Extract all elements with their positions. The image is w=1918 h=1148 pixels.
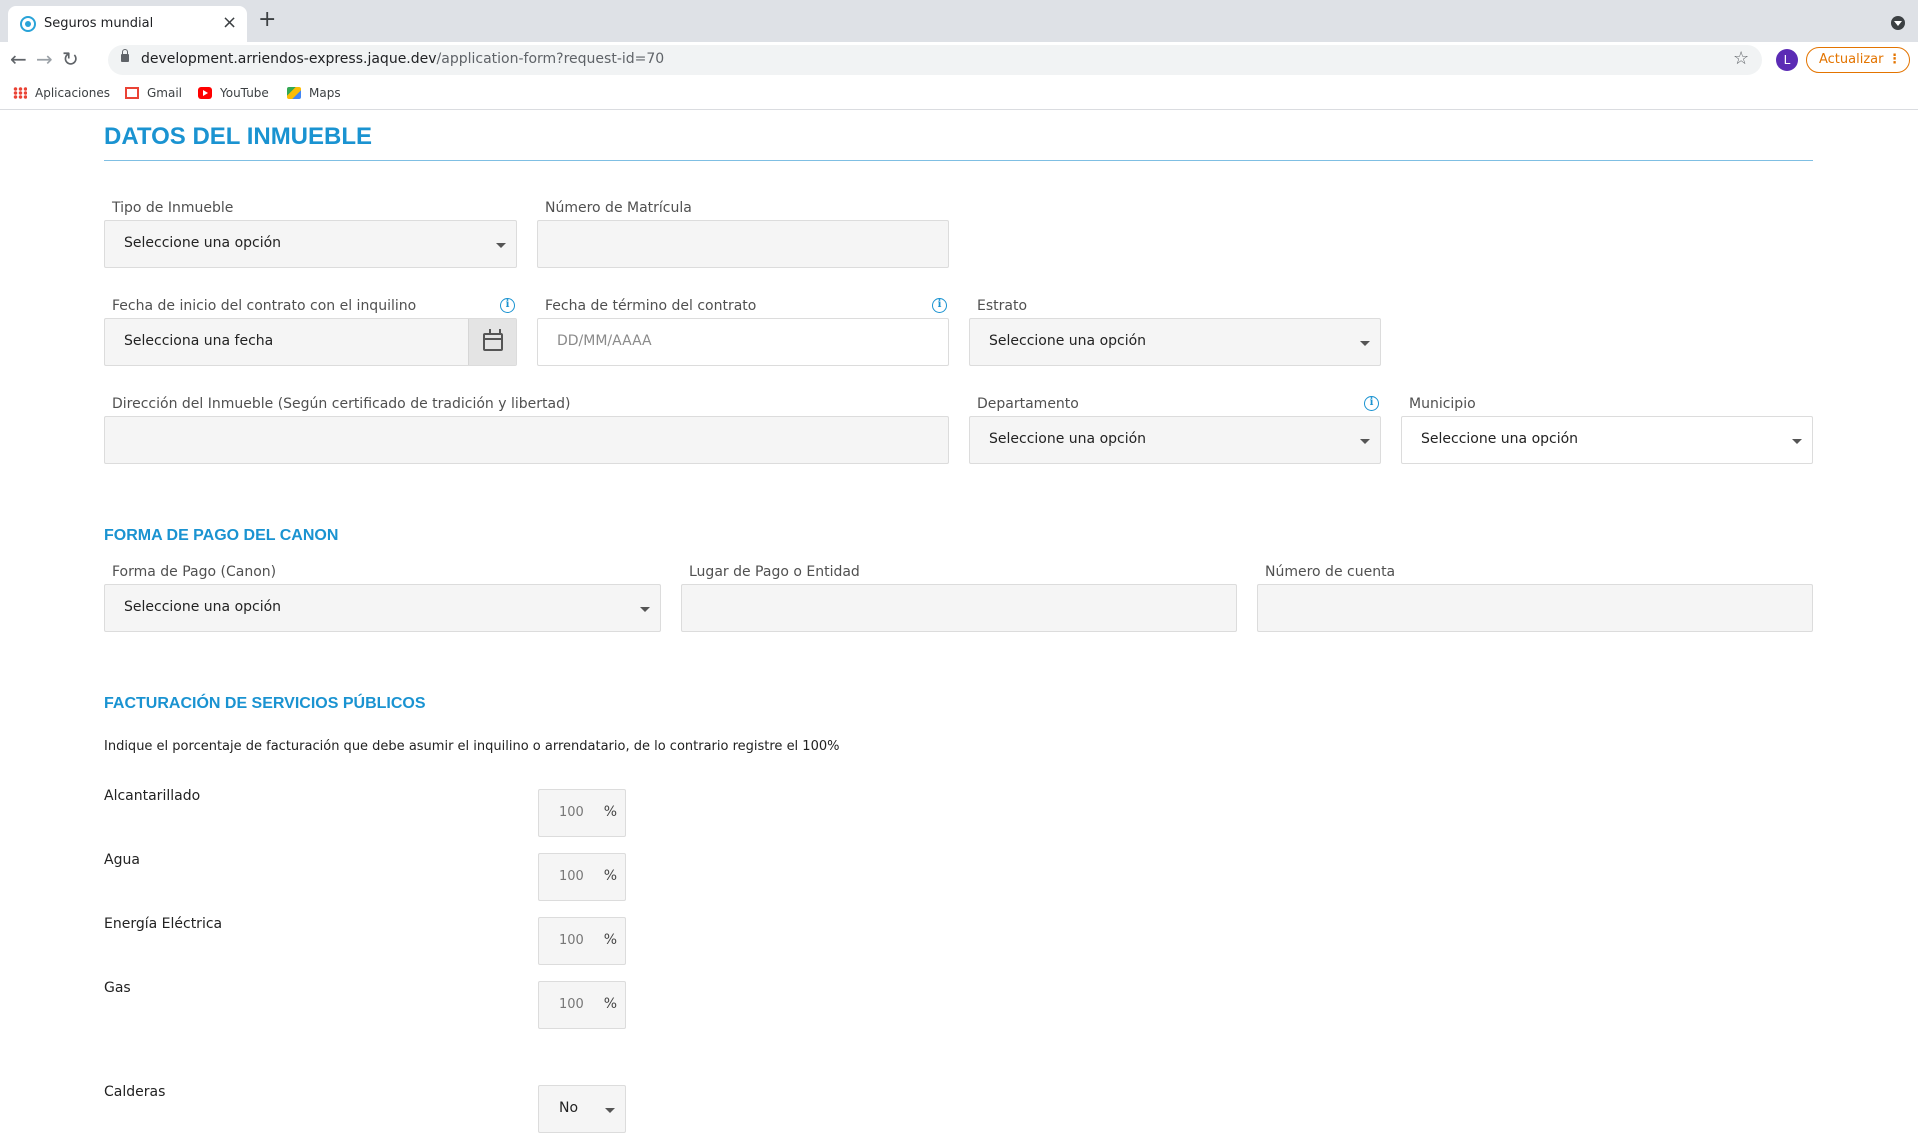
lugar-pago-label: Lugar de Pago o Entidad [689,564,860,580]
percent-value: 100 [559,869,584,884]
bookmarks-bar: Aplicaciones Gmail YouTube Maps [0,78,1918,110]
tipo-inmueble-value: Seleccione una opción [124,235,282,251]
chevron-down-icon [1360,439,1370,444]
section-divider [104,160,1813,161]
services-section-title: FACTURACIÓN DE SERVICIOS PÚBLICOS [104,695,426,712]
chevron-down-icon [1360,341,1370,346]
service-label-gas: Gas [104,980,131,996]
calendar-button[interactable] [468,319,516,365]
profile-avatar[interactable]: L [1776,49,1798,71]
departamento-label: Departamento [977,396,1079,412]
update-label: Actualizar [1819,52,1884,67]
site-favicon-icon [20,16,36,32]
chevron-down-icon [1792,439,1802,444]
calderas-label: Calderas [104,1084,166,1100]
browser-toolbar: ← → ↻ development.arriendos-express.jaqu… [0,42,1918,78]
estrato-select[interactable]: Seleccione una opción [969,318,1381,366]
municipio-value: Seleccione una opción [1421,431,1579,447]
close-tab-icon[interactable]: × [222,13,237,33]
percent-input-agua[interactable]: 100 % [538,853,626,901]
service-label-alcantarillado: Alcantarillado [104,788,201,804]
calderas-select[interactable]: No [538,1085,626,1133]
apps-grid-icon [13,87,27,99]
maps-icon [287,87,301,99]
chevron-down-icon [496,243,506,248]
bookmark-youtube[interactable]: YouTube [198,86,269,100]
percent-symbol: % [603,868,617,884]
fecha-fin-input[interactable]: DD/MM/AAAA [537,318,949,366]
payment-section-title: FORMA DE PAGO DEL CANON [104,527,339,544]
service-label-energia: Energía Eléctrica [104,916,223,932]
application-form: DATOS DEL INMUEBLE Tipo de Inmueble Sele… [0,111,1918,1148]
fecha-inicio-label: Fecha de inicio del contrato con el inqu… [112,298,417,314]
tipo-inmueble-select[interactable]: Seleccione una opción [104,220,517,268]
departamento-value: Seleccione una opción [989,431,1147,447]
fecha-inicio-datepicker[interactable]: Selecciona una fecha [104,318,517,366]
gmail-icon [125,87,139,99]
bookmark-label: Maps [309,86,341,100]
tipo-inmueble-label: Tipo de Inmueble [112,200,234,216]
browser-tab-strip: Seguros mundial × + [0,0,1918,42]
browser-tab[interactable]: Seguros mundial × [8,6,247,42]
forward-arrow-icon[interactable]: → [36,48,53,70]
bookmark-label: Gmail [147,86,183,100]
bookmark-label: YouTube [220,86,269,100]
address-bar[interactable]: development.arriendos-express.jaque.dev/… [108,45,1762,75]
estrato-label: Estrato [977,298,1028,314]
forma-pago-value: Seleccione una opción [124,599,282,615]
numero-cuenta-label: Número de cuenta [1265,564,1396,580]
lock-icon [121,49,129,62]
bookmark-gmail[interactable]: Gmail [125,86,182,100]
percent-input-alcantarillado[interactable]: 100 % [538,789,626,837]
chevron-down-icon [605,1108,615,1113]
forma-pago-label: Forma de Pago (Canon) [112,564,277,580]
more-menu-icon[interactable]: ⋮ [1888,48,1901,72]
percent-symbol: % [603,804,617,820]
fecha-fin-label: Fecha de término del contrato [545,298,757,314]
chevron-down-icon [640,607,650,612]
direccion-input[interactable] [104,416,949,464]
numero-cuenta-input[interactable] [1257,584,1813,632]
percent-symbol: % [603,932,617,948]
percent-input-gas[interactable]: 100 % [538,981,626,1029]
tab-search-icon[interactable] [1891,16,1905,30]
fecha-fin-info-icon[interactable]: i [932,298,947,313]
lugar-pago-input[interactable] [681,584,1237,632]
back-arrow-icon[interactable]: ← [10,48,27,70]
matricula-input[interactable] [537,220,949,268]
tab-title: Seguros mundial [44,16,154,31]
url-path: /application-form?request-id=70 [436,51,665,67]
percent-value: 100 [559,805,584,820]
percent-symbol: % [603,996,617,1012]
bookmark-star-icon[interactable]: ☆ [1733,48,1749,69]
percent-input-energia[interactable]: 100 % [538,917,626,965]
reload-icon[interactable]: ↻ [62,48,79,70]
departamento-info-icon[interactable]: i [1364,396,1379,411]
url-text: development.arriendos-express.jaque.dev/… [141,51,664,67]
fecha-fin-placeholder: DD/MM/AAAA [557,333,652,349]
departamento-select[interactable]: Seleccione una opción [969,416,1381,464]
calendar-icon [483,329,503,351]
youtube-icon [198,87,212,99]
new-tab-icon[interactable]: + [258,9,276,31]
percent-value: 100 [559,997,584,1012]
municipio-select[interactable]: Seleccione una opción [1401,416,1813,464]
bookmark-label: Aplicaciones [35,86,110,100]
services-description: Indique el porcentaje de facturación que… [104,739,840,754]
percent-value: 100 [559,933,584,948]
calderas-value: No [559,1100,579,1116]
fecha-inicio-info-icon[interactable]: i [500,298,515,313]
matricula-label: Número de Matrícula [545,200,692,216]
update-button[interactable]: Actualizar ⋮ [1806,47,1910,73]
municipio-label: Municipio [1409,396,1476,412]
estrato-value: Seleccione una opción [989,333,1147,349]
forma-pago-select[interactable]: Seleccione una opción [104,584,661,632]
url-host: development.arriendos-express.jaque.dev [141,51,437,67]
property-section-title: DATOS DEL INMUEBLE [104,123,373,150]
service-label-agua: Agua [104,852,140,868]
direccion-label: Dirección del Inmueble (Según certificad… [112,396,571,412]
bookmark-apps[interactable]: Aplicaciones [13,86,110,100]
bookmark-maps[interactable]: Maps [287,86,341,100]
fecha-inicio-value: Selecciona una fecha [124,333,274,349]
